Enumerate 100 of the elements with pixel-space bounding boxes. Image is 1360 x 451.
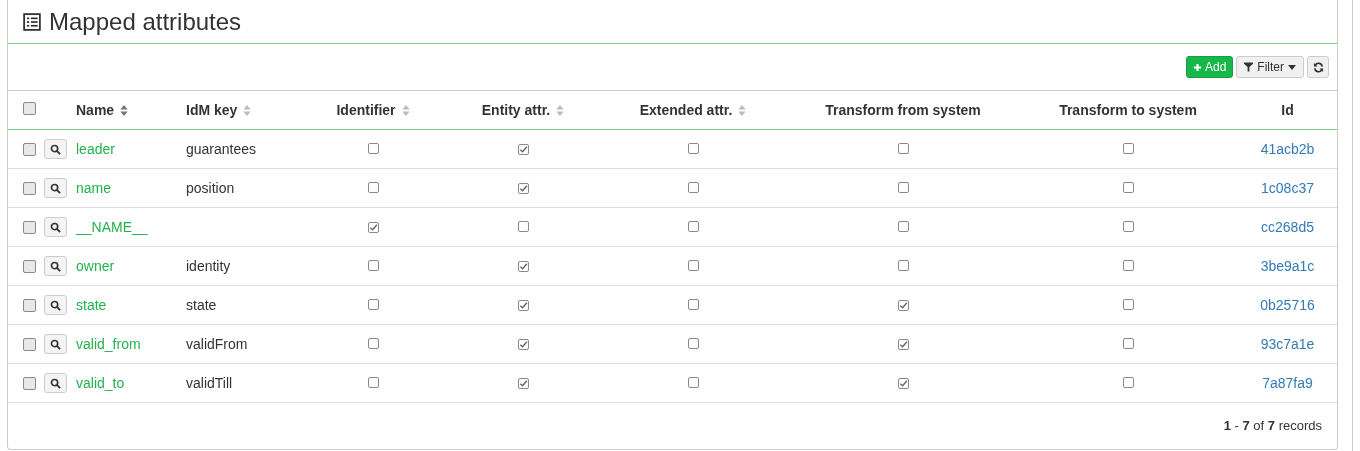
sort-icon[interactable] — [738, 104, 747, 116]
column-header[interactable]: Extended attr. — [639, 99, 747, 121]
checkbox[interactable] — [897, 259, 909, 271]
checkbox[interactable] — [367, 298, 379, 310]
checkbox[interactable] — [517, 143, 529, 155]
detail-button[interactable] — [44, 295, 67, 315]
detail-button[interactable] — [44, 334, 67, 354]
checkbox[interactable] — [517, 377, 529, 389]
checkbox[interactable] — [1122, 220, 1134, 232]
id-link[interactable]: 0b25716 — [1260, 296, 1315, 313]
checkbox[interactable] — [23, 181, 36, 195]
checkbox[interactable] — [517, 260, 529, 272]
checkbox[interactable] — [23, 101, 36, 115]
search-icon — [50, 143, 61, 155]
column-header[interactable]: Identifier — [336, 99, 410, 121]
checkbox[interactable] — [1122, 298, 1134, 310]
list-icon — [23, 12, 41, 31]
attribute-name-link[interactable]: valid_from — [76, 335, 141, 352]
detail-button[interactable] — [44, 217, 67, 237]
sort-icon[interactable] — [120, 104, 129, 116]
column-header: Transform from system — [825, 100, 981, 120]
checkbox[interactable] — [897, 220, 909, 232]
sort-icon[interactable] — [401, 104, 410, 116]
id-link[interactable]: cc268d5 — [1261, 218, 1314, 235]
filter-button[interactable]: Filter — [1236, 56, 1304, 78]
column-header: Transform to system — [1059, 100, 1197, 120]
checkbox[interactable] — [367, 376, 379, 388]
attribute-name-link[interactable]: state — [76, 296, 107, 313]
sort-icon[interactable] — [556, 104, 565, 116]
checkbox[interactable] — [687, 337, 699, 349]
checkbox[interactable] — [687, 259, 699, 271]
checkbox[interactable] — [897, 299, 909, 311]
checkbox[interactable] — [367, 337, 379, 349]
id-link[interactable]: 1c08c37 — [1261, 179, 1314, 196]
checkbox[interactable] — [517, 299, 529, 311]
checkbox[interactable] — [23, 220, 36, 234]
idm-key: position — [186, 179, 235, 196]
id-link[interactable]: 7a87fa9 — [1262, 374, 1313, 391]
checkbox[interactable] — [367, 259, 379, 271]
detail-button[interactable] — [44, 373, 67, 393]
checkbox[interactable] — [897, 338, 909, 350]
checkbox[interactable] — [367, 181, 379, 193]
idm-key: identity — [186, 257, 231, 274]
check-icon — [898, 300, 908, 310]
checkbox[interactable] — [1122, 259, 1134, 271]
checkbox[interactable] — [23, 376, 36, 390]
checkbox[interactable] — [1122, 181, 1134, 193]
attribute-name-link[interactable]: __NAME__ — [76, 218, 148, 235]
checkbox[interactable] — [23, 259, 36, 273]
attribute-name-link[interactable]: owner — [76, 257, 115, 274]
column-header[interactable]: Entity attr. — [481, 99, 565, 121]
id-link[interactable]: 93c7a1e — [1260, 335, 1315, 352]
sort-icon[interactable] — [243, 104, 252, 116]
check-icon — [518, 339, 528, 349]
checkbox[interactable] — [687, 220, 699, 232]
detail-button[interactable] — [44, 139, 67, 159]
search-icon — [50, 221, 61, 233]
idm-key: state — [186, 296, 217, 313]
checkbox[interactable] — [517, 338, 529, 350]
check-icon — [518, 300, 528, 310]
attribute-name-link[interactable]: valid_to — [76, 374, 125, 391]
id-link[interactable]: 3be9a1c — [1260, 257, 1315, 274]
column-header[interactable]: IdM key — [186, 99, 252, 121]
check-icon — [518, 261, 528, 271]
funnel-icon — [1244, 62, 1254, 72]
id-link[interactable]: 41acb2b — [1260, 140, 1315, 157]
checkbox[interactable] — [1122, 376, 1134, 388]
checkbox[interactable] — [367, 142, 379, 154]
checkbox[interactable] — [517, 220, 529, 232]
attribute-name-link[interactable]: name — [76, 179, 112, 196]
records-count: 1 - 7 of 7 records — [1223, 417, 1322, 436]
refresh-button[interactable] — [1307, 56, 1329, 78]
checkbox[interactable] — [687, 376, 699, 388]
checkbox[interactable] — [897, 142, 909, 154]
idm-key: guarantees — [186, 140, 257, 157]
detail-button[interactable] — [44, 256, 67, 276]
check-icon — [368, 222, 378, 232]
add-button[interactable]: Add — [1185, 56, 1234, 78]
checkbox[interactable] — [687, 298, 699, 310]
check-icon — [518, 183, 528, 193]
checkbox[interactable] — [687, 142, 699, 154]
column-header[interactable]: Name — [76, 99, 129, 121]
checkbox[interactable] — [23, 298, 36, 312]
detail-button[interactable] — [44, 178, 67, 198]
checkbox[interactable] — [23, 337, 36, 351]
panel-title: Mapped attributes — [49, 6, 242, 37]
checkbox[interactable] — [897, 377, 909, 389]
checkbox[interactable] — [367, 221, 379, 233]
checkbox[interactable] — [1122, 142, 1134, 154]
check-icon — [898, 339, 908, 349]
caret-icon — [1288, 64, 1296, 70]
checkbox[interactable] — [517, 182, 529, 194]
checkbox[interactable] — [687, 181, 699, 193]
check-icon — [518, 378, 528, 388]
checkbox[interactable] — [897, 181, 909, 193]
refresh-icon — [1312, 61, 1324, 73]
attribute-name-link[interactable]: leader — [76, 140, 115, 157]
checkbox[interactable] — [23, 142, 36, 156]
column-header: Id — [1281, 100, 1294, 120]
checkbox[interactable] — [1122, 337, 1134, 349]
